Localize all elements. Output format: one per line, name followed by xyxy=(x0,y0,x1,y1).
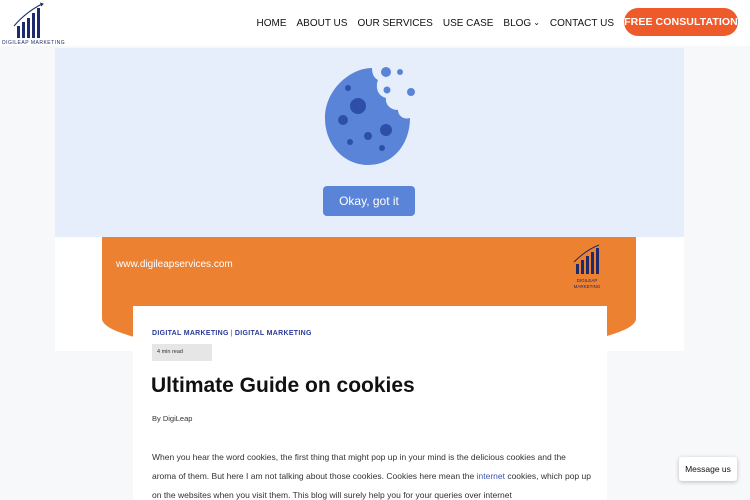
site-header: DIGILEAP MARKETING HOME ABOUT US OUR SER… xyxy=(0,0,750,46)
nav-home-label: HOME xyxy=(256,17,287,29)
cookie-icon xyxy=(320,60,420,170)
category-link[interactable]: DIGITAL MARKETING xyxy=(152,330,229,337)
nav-contact-us[interactable]: CONTACT US xyxy=(550,18,614,29)
main-nav: HOME ABOUT US OUR SERVICES USE CASE BLOG… xyxy=(257,0,614,46)
hero-logo-text: DIGILEAP MARKETING xyxy=(573,278,601,289)
message-us-button[interactable]: Message us xyxy=(679,457,737,481)
logo-text: DIGILEAP MARKETING xyxy=(2,40,66,46)
article-categories: DIGITAL MARKETING | DIGITAL MARKETING xyxy=(152,330,312,337)
hero-logo xyxy=(572,240,602,278)
nav-about-us[interactable]: ABOUT US xyxy=(297,18,348,29)
free-consultation-button[interactable]: FREE CONSULTATION xyxy=(624,8,738,36)
chevron-down-icon: ⌄ xyxy=(533,18,540,27)
nav-our-services[interactable]: OUR SERVICES xyxy=(357,18,432,29)
nav-contact-label: CONTACT US xyxy=(549,17,614,29)
nav-blog[interactable]: BLOG ⌄ xyxy=(503,18,540,29)
nav-home[interactable]: HOME xyxy=(257,18,287,29)
site-url: www.digileapservices.com xyxy=(116,259,233,270)
read-time-badge: 4 min read xyxy=(152,344,212,361)
internet-link[interactable]: internet xyxy=(477,471,505,481)
article-byline: By DigiLeap xyxy=(152,414,193,423)
nav-services-label: OUR SERVICES xyxy=(357,17,433,29)
nav-use-case-label: USE CASE xyxy=(442,17,494,29)
logo-chart-icon xyxy=(13,2,44,38)
nav-blog-label: BLOG xyxy=(503,17,532,29)
nav-about-label: ABOUT US xyxy=(296,17,348,29)
category-link[interactable]: DIGITAL MARKETING xyxy=(235,330,312,337)
article-title: Ultimate Guide on cookies xyxy=(151,374,415,397)
nav-use-case[interactable]: USE CASE xyxy=(443,18,494,29)
category-separator: | xyxy=(230,330,233,337)
article-paragraph: When you hear the word cookies, the firs… xyxy=(152,448,592,500)
hero-logo-chart-icon xyxy=(573,244,600,274)
cookie-accept-button[interactable]: Okay, got it xyxy=(323,186,415,216)
